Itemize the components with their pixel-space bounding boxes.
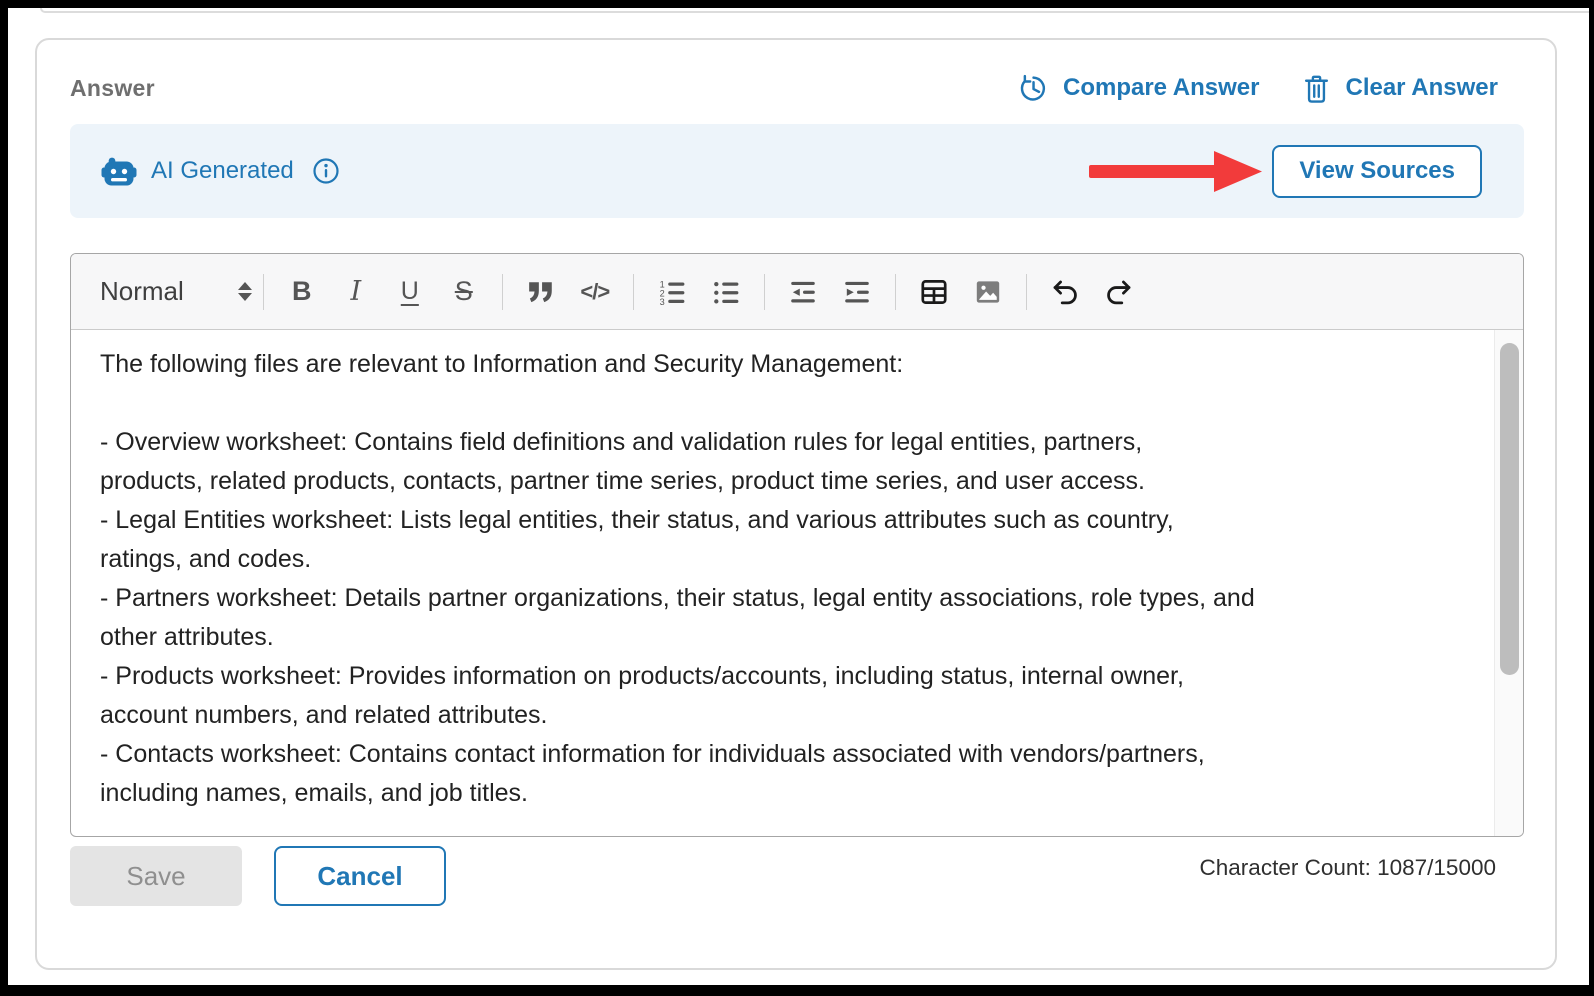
indent-icon[interactable] — [830, 278, 884, 306]
editor-scrollbar-track[interactable] — [1494, 330, 1523, 836]
clear-answer-button[interactable]: Clear Answer — [1345, 74, 1498, 102]
code-icon[interactable]: </> — [568, 279, 622, 305]
bold-button[interactable]: B — [275, 276, 329, 307]
previous-card-edge — [40, 8, 1589, 13]
editor-line: account numbers, and related attributes. — [100, 701, 548, 729]
view-sources-button[interactable]: View Sources — [1272, 144, 1482, 198]
answer-header: Answer Compare Answer Clear Answer — [70, 68, 1524, 108]
robot-icon — [101, 155, 137, 188]
underline-button[interactable]: U — [383, 277, 437, 306]
undo-icon[interactable] — [1038, 277, 1092, 307]
editor-line: including names, emails, and job titles. — [100, 779, 529, 807]
editor-line: - Products worksheet: Provides informati… — [100, 662, 1184, 690]
save-button[interactable]: Save — [70, 846, 242, 906]
red-pointer-arrow-icon — [1087, 149, 1263, 194]
trash-icon[interactable] — [1303, 73, 1330, 104]
editor-toolbar: Normal B I U S </> 1 2 3 — [71, 254, 1523, 330]
editor-footer: Save Cancel Character Count: 1087/15000 — [70, 846, 1524, 906]
rich-text-editor: Normal B I U S </> 1 2 3 The following f… — [70, 253, 1524, 837]
redo-icon[interactable] — [1092, 277, 1146, 307]
editor-text-area[interactable]: The following files are relevant to Info… — [71, 330, 1523, 836]
toolbar-divider — [894, 273, 896, 310]
editor-scrollbar-thumb[interactable] — [1500, 343, 1519, 675]
ordered-list-icon[interactable]: 1 2 3 — [645, 278, 699, 306]
editor-line: - Legal Entities worksheet: Lists legal … — [100, 506, 1174, 534]
editor-line: products, related products, contacts, pa… — [100, 467, 1145, 495]
header-actions: Compare Answer Clear Answer — [1018, 73, 1498, 104]
toolbar-divider — [763, 273, 765, 310]
insert-table-icon[interactable] — [907, 278, 961, 306]
toolbar-divider — [501, 273, 503, 310]
info-icon[interactable] — [312, 157, 340, 185]
answer-card: Answer Compare Answer Clear Answer AI Ge… — [35, 38, 1557, 970]
answer-title: Answer — [70, 74, 155, 101]
cancel-button[interactable]: Cancel — [274, 846, 446, 906]
svg-text:3: 3 — [659, 296, 664, 305]
toolbar-divider — [632, 273, 634, 310]
page-background: Answer Compare Answer Clear Answer AI Ge… — [8, 8, 1589, 985]
ai-generated-banner: AI Generated View Sources — [70, 124, 1524, 218]
italic-button[interactable]: I — [329, 276, 383, 307]
editor-line: The following files are relevant to Info… — [100, 350, 904, 378]
character-count: Character Count: 1087/15000 — [1199, 855, 1496, 880]
ai-generated-label: AI Generated — [151, 157, 294, 184]
toolbar-divider — [262, 273, 264, 310]
outdent-icon[interactable] — [776, 278, 830, 306]
paragraph-style-select[interactable]: Normal — [100, 276, 184, 307]
insert-image-icon[interactable] — [961, 278, 1015, 306]
editor-line: - Contacts worksheet: Contains contact i… — [100, 740, 1205, 768]
editor-line: other attributes. — [100, 623, 274, 651]
editor-line: - Partners worksheet: Details partner or… — [100, 584, 1255, 612]
toolbar-divider — [1025, 273, 1027, 310]
bullet-list-icon[interactable] — [699, 278, 753, 306]
editor-line: ratings, and codes. — [100, 545, 312, 573]
style-stepper-icon[interactable] — [237, 282, 252, 301]
blockquote-icon[interactable] — [514, 279, 568, 305]
strikethrough-button[interactable]: S — [437, 276, 491, 307]
history-icon[interactable] — [1018, 73, 1048, 103]
window-frame: Answer Compare Answer Clear Answer AI Ge… — [0, 0, 1594, 996]
editor-line: - Overview worksheet: Contains field def… — [100, 428, 1143, 456]
compare-answer-button[interactable]: Compare Answer — [1063, 74, 1260, 102]
